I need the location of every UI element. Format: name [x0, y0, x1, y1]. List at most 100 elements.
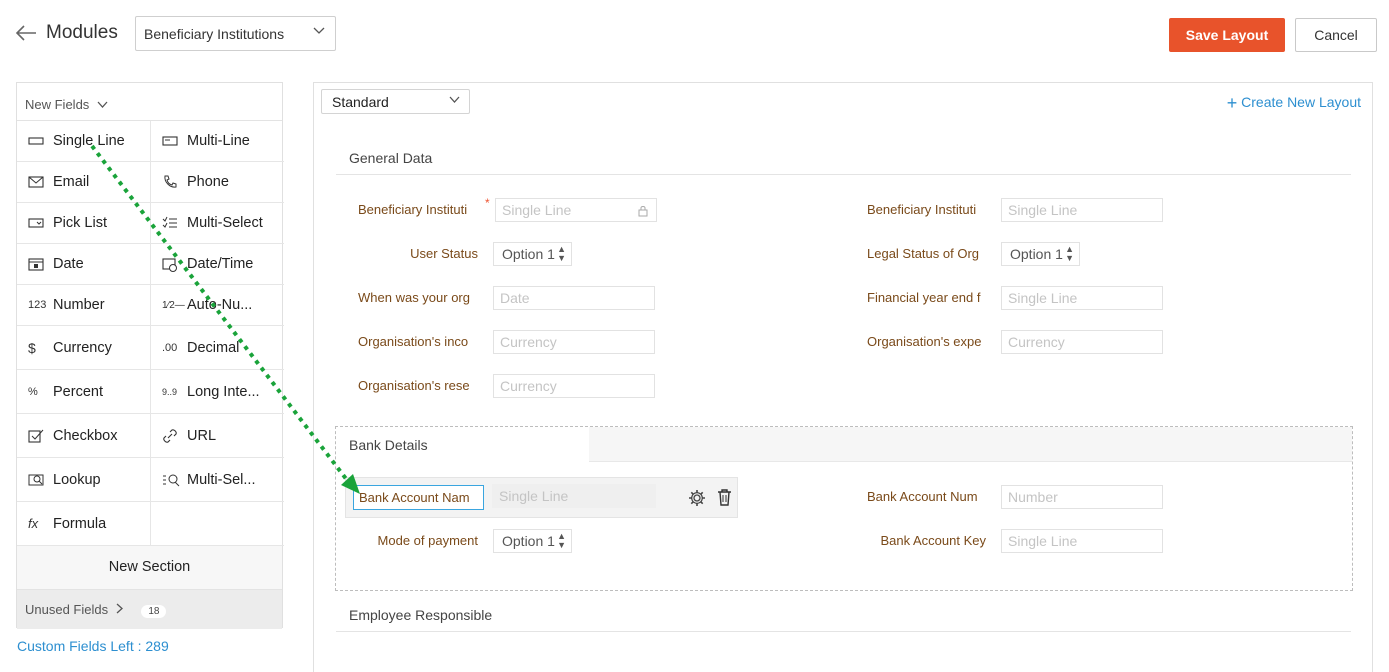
field-label-income[interactable]: Organisation's inco: [358, 334, 478, 349]
required-marker: *: [485, 196, 490, 210]
section-title-general: General Data: [349, 150, 433, 166]
phone-icon: [162, 174, 182, 190]
field-type-long-integer[interactable]: 9..9 Long Inte...: [151, 370, 284, 414]
field-type-percent[interactable]: % Percent: [17, 370, 151, 414]
field-type-auto-number[interactable]: 1⁄2— Auto-Nu...: [151, 285, 284, 326]
new-fields-label: New Fields: [25, 97, 90, 112]
chevron-down-icon: [449, 96, 460, 103]
url-icon: [162, 428, 182, 444]
chevron-down-icon: [313, 27, 325, 34]
field-select-user-status[interactable]: Option 1 ▲ ▼: [493, 242, 572, 266]
section-title-bank[interactable]: Bank Details: [336, 427, 589, 462]
field-type-empty: [151, 502, 284, 546]
field-type-grid: Single Line Multi-Line Email Phone Pick …: [17, 121, 284, 546]
field-label-bank-account-key[interactable]: Bank Account Key: [867, 533, 986, 548]
sort-arrows-icon: ▲ ▼: [557, 531, 566, 550]
field-type-date[interactable]: Date: [17, 244, 151, 285]
field-type-formula[interactable]: fx Formula: [17, 502, 151, 546]
field-type-lookup[interactable]: Lookup: [17, 458, 151, 502]
checkbox-icon: [28, 429, 48, 443]
field-type-currency[interactable]: $ Currency: [17, 326, 151, 370]
field-type-multi-select[interactable]: Multi-Select: [151, 203, 284, 244]
field-input-bank-account-key[interactable]: Single Line: [1001, 529, 1163, 553]
top-bar: Modules Beneficiary Institutions Save La…: [0, 0, 1389, 70]
new-section-button[interactable]: New Section: [17, 546, 282, 590]
unused-fields-label: Unused Fields: [25, 602, 109, 617]
chevron-right-icon: [116, 603, 123, 614]
field-type-url[interactable]: URL: [151, 414, 284, 458]
field-type-multi-select-lookup[interactable]: Multi-Sel...: [151, 458, 284, 502]
field-type-multi-line[interactable]: Multi-Line: [151, 121, 284, 162]
field-type-pick-list[interactable]: Pick List: [17, 203, 151, 244]
field-label-mode-of-payment[interactable]: Mode of payment: [358, 533, 478, 548]
layout-select[interactable]: Standard: [321, 89, 470, 114]
trash-icon[interactable]: [717, 488, 732, 506]
create-new-layout-link[interactable]: + Create New Layout: [1227, 93, 1361, 114]
field-type-single-line[interactable]: Single Line: [17, 121, 151, 162]
section-divider: [336, 174, 1351, 175]
field-label-when-org[interactable]: When was your org: [358, 290, 478, 305]
field-label-bank-account-name[interactable]: Bank Account Nam: [353, 485, 484, 510]
field-input-bank-account-name[interactable]: Single Line: [492, 484, 656, 508]
field-type-phone[interactable]: Phone: [151, 162, 284, 203]
field-label-bank-account-num[interactable]: Bank Account Num: [867, 489, 986, 504]
field-label-expense[interactable]: Organisation's expe: [867, 334, 986, 349]
field-label-beneficiary[interactable]: Beneficiary Instituti: [358, 202, 477, 217]
percent-icon: %: [28, 385, 38, 398]
layout-canvas: Standard + Create New Layout General Dat…: [313, 82, 1373, 672]
unused-count-badge: 18: [141, 605, 167, 618]
new-fields-toggle[interactable]: New Fields: [17, 83, 282, 121]
date-icon: [28, 257, 48, 271]
layout-select-value: Standard: [332, 94, 389, 110]
field-input-bank-account-num[interactable]: Number: [1001, 485, 1163, 509]
field-type-number[interactable]: 123 Number: [17, 285, 151, 326]
field-label-beneficiary-2[interactable]: Beneficiary Instituti: [867, 202, 986, 217]
cancel-button[interactable]: Cancel: [1295, 18, 1377, 52]
multi-line-icon: [162, 136, 182, 146]
create-new-layout-label: Create New Layout: [1241, 94, 1361, 110]
auto-number-icon: 1⁄2—: [162, 299, 185, 311]
decimal-icon: .00: [162, 341, 178, 354]
field-input-when-org[interactable]: Date: [493, 286, 655, 310]
field-type-decimal[interactable]: .00 Decimal: [151, 326, 284, 370]
unused-fields-toggle[interactable]: Unused Fields 18: [17, 590, 282, 629]
field-input-financial-year[interactable]: Single Line: [1001, 286, 1163, 310]
page-title: Modules: [46, 22, 118, 43]
pick-list-icon: [28, 218, 48, 228]
save-layout-button[interactable]: Save Layout: [1169, 18, 1285, 52]
field-type-date-time[interactable]: Date/Time: [151, 244, 284, 285]
single-line-icon: [28, 136, 48, 146]
field-type-checkbox[interactable]: Checkbox: [17, 414, 151, 458]
field-select-mode-of-payment[interactable]: Option 1 ▲ ▼: [493, 529, 572, 553]
multi-select-icon: [162, 216, 182, 230]
field-label-user-status[interactable]: User Status: [358, 246, 478, 261]
lock-icon: [638, 206, 648, 217]
email-icon: [28, 176, 48, 188]
number-icon: 123: [28, 299, 47, 311]
section-header: Bank Details: [336, 427, 1352, 462]
field-input-income[interactable]: Currency: [493, 330, 655, 354]
field-label-financial-year[interactable]: Financial year end f: [867, 290, 986, 305]
field-select-legal-status[interactable]: Option 1 ▲ ▼: [1001, 242, 1080, 266]
chevron-down-icon: [97, 101, 108, 108]
back-arrow-icon[interactable]: [14, 22, 38, 44]
custom-fields-left: Custom Fields Left : 289: [17, 638, 169, 654]
multi-select-lookup-icon: [162, 473, 182, 487]
field-type-email[interactable]: Email: [17, 162, 151, 203]
field-input-beneficiary[interactable]: Single Line: [495, 198, 657, 222]
long-integer-icon: 9..9: [162, 386, 178, 397]
gear-icon[interactable]: [688, 489, 706, 507]
field-palette: New Fields Single Line Multi-Line Email …: [16, 82, 284, 629]
module-select[interactable]: Beneficiary Institutions: [135, 16, 336, 51]
section-divider: [336, 631, 1351, 632]
section-title-employee: Employee Responsible: [349, 607, 493, 623]
sort-arrows-icon: ▲ ▼: [557, 244, 566, 263]
field-label-reserve[interactable]: Organisation's rese: [358, 378, 478, 393]
currency-icon: $: [28, 339, 36, 356]
field-label-legal-status[interactable]: Legal Status of Org: [867, 246, 986, 261]
module-select-value: Beneficiary Institutions: [144, 26, 285, 42]
field-input-reserve[interactable]: Currency: [493, 374, 655, 398]
field-input-expense[interactable]: Currency: [1001, 330, 1163, 354]
sort-arrows-icon: ▲ ▼: [1065, 244, 1074, 263]
field-input-beneficiary-2[interactable]: Single Line: [1001, 198, 1163, 222]
